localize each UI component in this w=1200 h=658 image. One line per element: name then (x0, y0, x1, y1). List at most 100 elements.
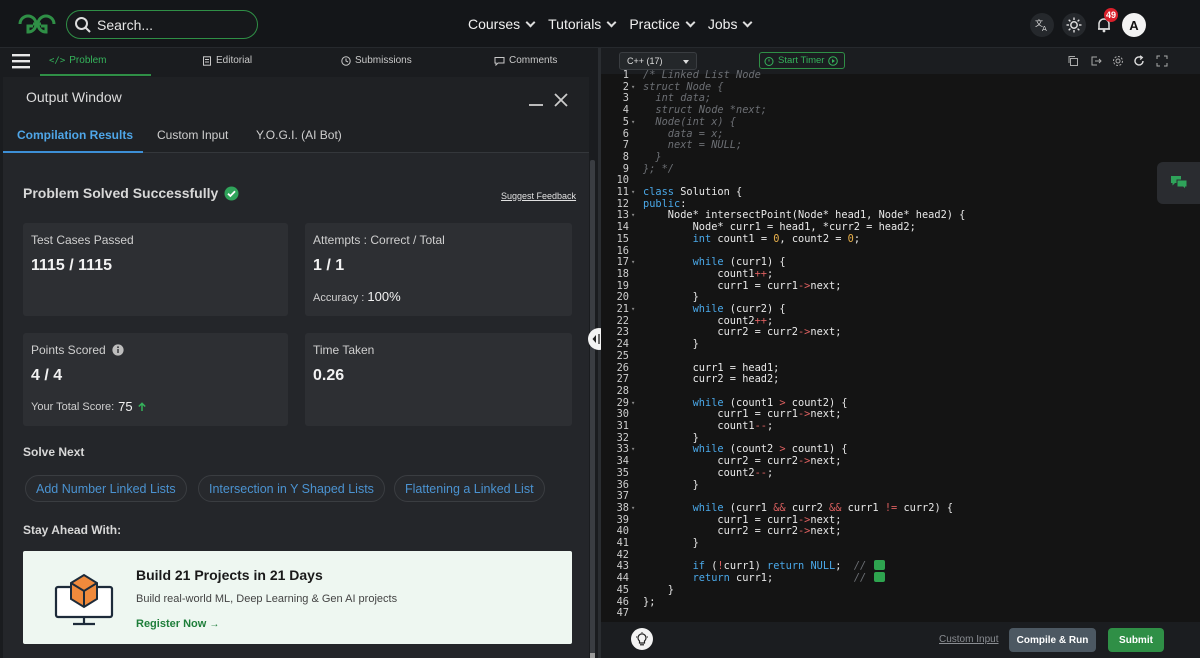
line-number: 14 (616, 221, 629, 234)
tab-yogi-ai-bot[interactable]: Y.O.G.I. (AI Bot) (256, 128, 342, 142)
line-number: 40 (616, 525, 629, 538)
fold-toggle-icon[interactable]: ▾ (631, 211, 635, 219)
gfg-logo-icon[interactable] (16, 12, 58, 41)
fold-toggle-icon[interactable]: ▾ (631, 305, 635, 313)
export-icon[interactable] (1090, 54, 1102, 72)
chevron-down-icon (685, 17, 696, 27)
line-number: 15 (616, 232, 629, 245)
attempts-card: Attempts : Correct / Total 1 / 1 Accurac… (305, 223, 572, 316)
language-value: C++ (17) (627, 56, 663, 66)
translate-icon: 文A (1035, 18, 1047, 32)
custom-input-link[interactable]: Custom Input (939, 634, 998, 645)
line-number: 43 (616, 560, 629, 573)
fold-toggle-icon[interactable]: ▾ (631, 445, 635, 453)
code-line: } (643, 338, 699, 351)
copy-icon[interactable] (1067, 54, 1079, 72)
tab-label: Comments (509, 55, 558, 66)
menu-label: Courses (468, 16, 521, 32)
app-root: Search... Courses Tutorials Practice Job… (0, 0, 1200, 658)
solved-status: Problem Solved Successfully (23, 185, 239, 201)
line-number: 35 (616, 466, 629, 479)
left-pane: </> Problem Editorial Submissions Commen… (0, 48, 598, 658)
document-icon (203, 55, 211, 66)
fold-toggle-icon[interactable]: ▾ (631, 399, 635, 407)
search-box[interactable]: Search... (66, 10, 258, 39)
code-line: count1++; (643, 267, 774, 280)
code-line: count2++; (643, 314, 774, 327)
minimize-icon[interactable] (529, 104, 543, 106)
menu-jobs[interactable]: Jobs (708, 16, 753, 32)
language-select[interactable]: C++ (17) (619, 52, 697, 70)
theme-toggle-button[interactable] (1062, 13, 1086, 37)
close-icon[interactable] (554, 93, 568, 112)
tab-submissions[interactable]: Submissions (341, 55, 412, 66)
start-timer-button[interactable]: Start Timer (759, 52, 845, 69)
translate-button[interactable]: 文A (1030, 13, 1054, 37)
solve-next-chip[interactable]: Add Number Linked Lists (25, 475, 187, 502)
compile-run-button[interactable]: Compile & Run (1009, 628, 1096, 652)
code-line: while (count2 > count1) { (692, 443, 848, 456)
scrollbar-thumb[interactable] (590, 653, 595, 658)
code-line: if (!curr1) return NULL; // (643, 560, 886, 572)
line-number: 28 (616, 384, 629, 397)
tab-compilation-results[interactable]: Compilation Results (17, 128, 133, 142)
solve-next-chip[interactable]: Flattening a Linked List (394, 475, 545, 502)
submit-button[interactable]: Submit (1108, 628, 1164, 652)
line-number: 5 (622, 115, 629, 128)
line-number: 25 (616, 349, 629, 362)
arrow-right-icon: → (209, 619, 220, 630)
info-icon[interactable] (112, 344, 124, 356)
fold-toggle-icon[interactable]: ▾ (631, 258, 635, 266)
promo-banner[interactable]: Build 21 Projects in 21 Days Build real-… (23, 551, 572, 644)
fold-toggle-icon[interactable]: ▾ (631, 188, 635, 196)
fold-toggle-icon[interactable]: ▾ (631, 504, 635, 512)
tab-custom-input[interactable]: Custom Input (157, 128, 228, 142)
code-line: public: (643, 197, 687, 210)
line-number: 20 (616, 291, 629, 304)
reset-icon[interactable] (1133, 54, 1145, 72)
line-number: 31 (616, 420, 629, 432)
output-scrollbar[interactable] (590, 160, 595, 658)
code-line: next = NULL; (643, 139, 743, 152)
promo-description: Build real-world ML, Deep Learning & Gen… (136, 593, 398, 605)
code-editor[interactable]: 1/* Linked List Node 2 ▾ struct Node {3 int… (601, 69, 1200, 622)
code-line: Node(int x) { (643, 115, 736, 128)
hamburger-menu-icon[interactable] (12, 53, 30, 74)
fold-toggle-icon[interactable]: ▾ (631, 118, 635, 126)
editor-pane: C++ (17) Start Timer 1 /* Linked List No… (601, 48, 1200, 658)
code-line: while (curr2) { (692, 303, 786, 315)
line-number: 22 (616, 314, 629, 327)
suggest-feedback-link[interactable]: Suggest Feedback (501, 191, 576, 201)
solve-next-chip[interactable]: Intersection in Y Shaped Lists (198, 475, 385, 502)
tab-editorial[interactable]: Editorial (202, 55, 252, 66)
code-line: struct Node { (643, 80, 724, 93)
total-score-label: Your Total Score: (31, 400, 115, 413)
fold-toggle-icon[interactable]: ▾ (631, 83, 635, 91)
tab-problem[interactable]: </> Problem (49, 55, 107, 66)
fullscreen-icon[interactable] (1156, 54, 1168, 72)
line-number: 24 (616, 338, 629, 351)
code-line: curr1 = head1; (643, 361, 780, 374)
settings-icon[interactable] (1112, 54, 1124, 72)
line-number: 39 (616, 513, 629, 526)
total-score-row: Your Total Score: 75 (31, 399, 147, 414)
sun-icon (1066, 17, 1082, 33)
code-line: curr2 = head2; (643, 373, 780, 386)
line-number: 37 (616, 490, 629, 503)
card-label: Time Taken (313, 343, 375, 357)
chat-button[interactable] (1157, 162, 1200, 204)
solve-next-heading: Solve Next (23, 445, 85, 459)
code-icon: </> (49, 55, 66, 66)
menu-practice[interactable]: Practice (629, 16, 696, 32)
menu-tutorials[interactable]: Tutorials (548, 16, 617, 32)
menu-courses[interactable]: Courses (468, 16, 536, 32)
tab-comments[interactable]: Comments (494, 55, 557, 66)
points-card: Points Scored 4 / 4 Your Total Score: 75 (23, 333, 288, 426)
register-now-link[interactable]: Register Now → (136, 618, 219, 630)
line-number: 8 (622, 150, 629, 163)
hint-button[interactable] (631, 628, 653, 650)
avatar[interactable]: A (1122, 13, 1146, 37)
code-line: }; (643, 595, 656, 608)
chevron-down-icon (606, 17, 617, 27)
line-number: 41 (616, 537, 629, 549)
